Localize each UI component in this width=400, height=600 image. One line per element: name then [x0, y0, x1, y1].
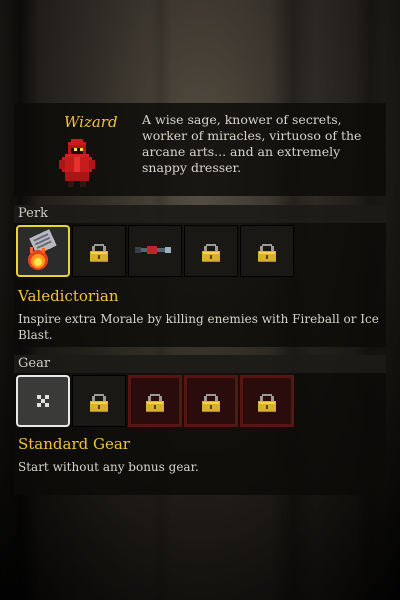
gear-section-label: Gear	[18, 356, 51, 371]
lock-icon	[258, 393, 276, 412]
gear-slot-standard[interactable]	[16, 375, 70, 427]
gear-slot-locked[interactable]	[72, 375, 126, 427]
no-gear-x-icon	[37, 395, 49, 407]
wizard-sprite-icon	[59, 139, 95, 187]
perk-slot-locked[interactable]	[72, 225, 126, 277]
perk-section-label: Perk	[18, 206, 48, 221]
perk-section: Perk Valedictorian Inspire extra Morale …	[14, 205, 386, 347]
gear-description: Start without any bonus gear.	[18, 460, 199, 474]
gear-slot-locked[interactable]	[240, 375, 294, 427]
gear-section: Gear Standard Gear Start without any bon…	[14, 355, 386, 495]
perk-slot-locked[interactable]	[240, 225, 294, 277]
fireball-book-icon	[28, 229, 57, 270]
perk-slot-dart[interactable]	[128, 225, 182, 277]
class-description: A wise sage, knower of secrets, worker o…	[142, 112, 362, 175]
lock-icon	[90, 243, 108, 262]
lock-icon	[202, 243, 220, 262]
lock-icon	[202, 393, 220, 412]
lock-icon	[146, 393, 164, 412]
perk-slot-row	[16, 225, 294, 277]
lock-icon	[90, 393, 108, 412]
class-info-panel: Wizard A wise sage, knower of secrets, w…	[14, 103, 386, 196]
gear-slot-locked[interactable]	[184, 375, 238, 427]
perk-section-header	[14, 205, 386, 223]
gear-slot-locked[interactable]	[128, 375, 182, 427]
gear-name: Standard Gear	[18, 435, 130, 453]
perk-slot-locked[interactable]	[184, 225, 238, 277]
dart-perk-icon	[135, 246, 171, 254]
class-name: Wizard	[64, 113, 118, 131]
gear-section-header	[14, 355, 386, 373]
perk-slot-fireball[interactable]	[16, 225, 70, 277]
perk-description: Inspire extra Morale by killing enemies …	[18, 312, 379, 342]
lock-icon	[258, 243, 276, 262]
gear-slot-row	[16, 375, 294, 427]
perk-name: Valedictorian	[18, 287, 119, 305]
